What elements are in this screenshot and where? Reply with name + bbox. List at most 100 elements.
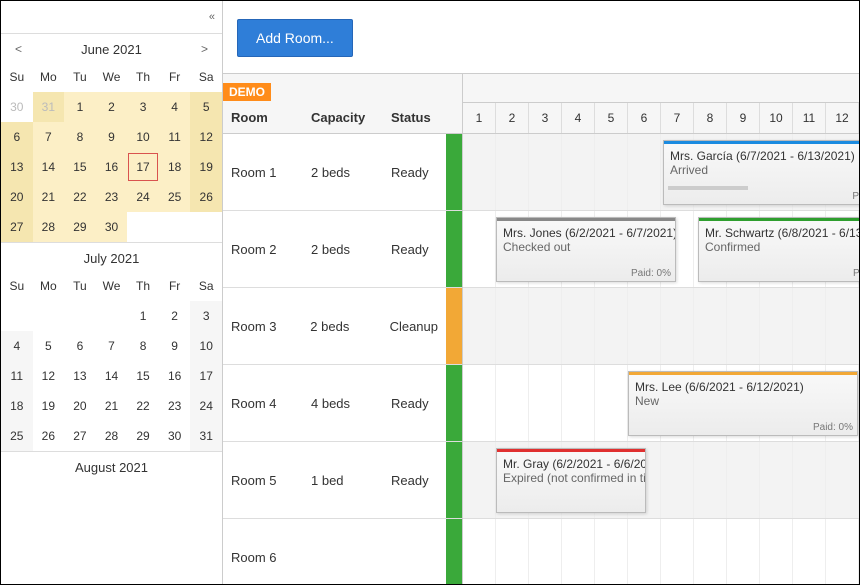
calendar-day[interactable]: 19 — [190, 152, 222, 182]
room-row[interactable]: Room 22 bedsReady — [223, 211, 462, 288]
calendar-day[interactable]: 2 — [96, 92, 128, 122]
calendar-day[interactable]: 10 — [190, 331, 222, 361]
timeline-day[interactable]: 3 — [529, 103, 562, 133]
calendar-day[interactable]: 27 — [1, 212, 33, 242]
calendar-day[interactable]: 22 — [127, 391, 159, 421]
calendar-day[interactable]: 3 — [190, 301, 222, 331]
timeline-day[interactable]: 8 — [694, 103, 727, 133]
timeline-cell[interactable] — [760, 442, 793, 518]
calendar-day[interactable]: 31 — [190, 421, 222, 451]
calendar-day[interactable]: 3 — [127, 92, 159, 122]
calendar-day[interactable]: 7 — [33, 122, 65, 152]
timeline-cell[interactable] — [529, 134, 562, 210]
calendar-day[interactable]: 7 — [96, 331, 128, 361]
timeline-cell[interactable] — [463, 134, 496, 210]
calendar-day[interactable]: 4 — [159, 92, 191, 122]
calendar-day[interactable]: 24 — [127, 182, 159, 212]
timeline-cell[interactable] — [463, 211, 496, 287]
calendar-day[interactable]: 30 — [1, 92, 33, 122]
timeline-day[interactable]: 6 — [628, 103, 661, 133]
timeline-cell[interactable] — [793, 288, 826, 364]
calendar-day[interactable]: 29 — [64, 212, 96, 242]
timeline-cell[interactable] — [727, 519, 760, 584]
timeline-cell[interactable] — [628, 519, 661, 584]
calendar-day[interactable]: 1 — [64, 92, 96, 122]
booking-event[interactable]: Mrs. Jones (6/2/2021 - 6/7/2021) Checked… — [496, 217, 676, 282]
timeline-cell[interactable] — [595, 134, 628, 210]
timeline-day[interactable]: 5 — [595, 103, 628, 133]
calendar-day[interactable]: 12 — [190, 122, 222, 152]
calendar-day[interactable]: 13 — [64, 361, 96, 391]
timeline-cell[interactable] — [694, 442, 727, 518]
calendar-day[interactable]: 28 — [96, 421, 128, 451]
timeline-cell[interactable] — [562, 134, 595, 210]
timeline-cell[interactable] — [661, 288, 694, 364]
calendar-day[interactable]: 6 — [64, 331, 96, 361]
timeline-cell[interactable] — [661, 442, 694, 518]
calendar-day[interactable]: 20 — [1, 182, 33, 212]
room-row[interactable]: Room 32 bedsCleanup — [223, 288, 462, 365]
timeline-day[interactable]: 2 — [496, 103, 529, 133]
calendar-day[interactable]: 20 — [64, 391, 96, 421]
calendar-day[interactable]: 29 — [127, 421, 159, 451]
calendar-day[interactable]: 21 — [33, 182, 65, 212]
timeline-cell[interactable] — [727, 288, 760, 364]
timeline-cell[interactable] — [628, 134, 661, 210]
booking-event[interactable]: Mrs. Lee (6/6/2021 - 6/12/2021) New Paid… — [628, 371, 858, 436]
timeline-cell[interactable] — [760, 519, 793, 584]
timeline-cell[interactable] — [628, 288, 661, 364]
timeline-cell[interactable] — [562, 365, 595, 441]
timeline-cell[interactable] — [793, 442, 826, 518]
timeline-day[interactable]: 11 — [793, 103, 826, 133]
room-row[interactable]: Room 44 bedsReady — [223, 365, 462, 442]
sidebar-collapse-button[interactable]: « — [1, 1, 222, 33]
booking-event[interactable]: Mr. Gray (6/2/2021 - 6/6/2021) Expired (… — [496, 448, 646, 513]
timeline-cell[interactable] — [694, 519, 727, 584]
timeline-cell[interactable] — [826, 519, 859, 584]
timeline-day[interactable]: 10 — [760, 103, 793, 133]
timeline-cell[interactable] — [826, 442, 859, 518]
calendar-day[interactable]: 23 — [96, 182, 128, 212]
calendar-day[interactable]: 23 — [159, 391, 191, 421]
timeline-day[interactable]: 1 — [463, 103, 496, 133]
calendar-day[interactable]: 30 — [159, 421, 191, 451]
calendar-day[interactable]: 14 — [96, 361, 128, 391]
calendar-day[interactable]: 11 — [159, 122, 191, 152]
calendar-day[interactable]: 17 — [127, 152, 159, 182]
calendar-day[interactable]: 2 — [159, 301, 191, 331]
timeline-row[interactable] — [463, 288, 859, 365]
timeline-cell[interactable] — [694, 288, 727, 364]
booking-event[interactable]: Mr. Schwartz (6/8/2021 - 6/13/2021) Conf… — [698, 217, 859, 282]
timeline-cell[interactable] — [496, 519, 529, 584]
calendar-day[interactable]: 14 — [33, 152, 65, 182]
calendar-day[interactable]: 12 — [33, 361, 65, 391]
calendar-day[interactable]: 17 — [190, 361, 222, 391]
calendar-day[interactable]: 4 — [1, 331, 33, 361]
calendar-day[interactable]: 10 — [127, 122, 159, 152]
timeline-cell[interactable] — [463, 442, 496, 518]
calendar-day[interactable]: 16 — [96, 152, 128, 182]
room-row[interactable]: Room 51 bedReady — [223, 442, 462, 519]
calendar-prev-button[interactable]: < — [9, 40, 28, 58]
timeline-cell[interactable] — [661, 519, 694, 584]
timeline-cell[interactable] — [496, 134, 529, 210]
timeline-cell[interactable] — [496, 365, 529, 441]
add-room-button[interactable]: Add Room... — [237, 19, 353, 57]
calendar-day[interactable]: 11 — [1, 361, 33, 391]
calendar-day[interactable]: 18 — [1, 391, 33, 421]
timeline-cell[interactable] — [463, 365, 496, 441]
timeline-cell[interactable] — [529, 288, 562, 364]
room-row[interactable]: Room 6 — [223, 519, 462, 584]
timeline-cell[interactable] — [562, 519, 595, 584]
calendar-day[interactable]: 9 — [159, 331, 191, 361]
timeline-cell[interactable] — [595, 288, 628, 364]
calendar-day[interactable]: 5 — [33, 331, 65, 361]
timeline-cell[interactable] — [562, 288, 595, 364]
calendar-day[interactable]: 9 — [96, 122, 128, 152]
calendar-day[interactable]: 30 — [96, 212, 128, 242]
timeline-cell[interactable] — [529, 519, 562, 584]
calendar-day[interactable]: 5 — [190, 92, 222, 122]
timeline-day[interactable]: 9 — [727, 103, 760, 133]
calendar-day[interactable]: 21 — [96, 391, 128, 421]
timeline-cell[interactable] — [595, 519, 628, 584]
